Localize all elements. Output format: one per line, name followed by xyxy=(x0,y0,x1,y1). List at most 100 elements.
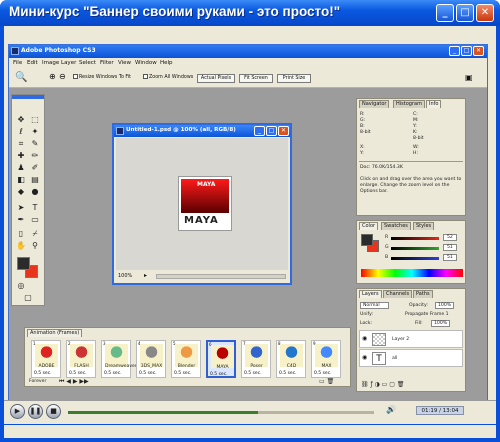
resize-windows-checkbox[interactable]: Resize Windows To Fit xyxy=(73,74,131,80)
minimize-button[interactable]: _ xyxy=(436,4,454,22)
zoom-out-icon[interactable]: ⊖ xyxy=(59,72,66,81)
move-tool-icon[interactable]: ✥ xyxy=(16,115,26,125)
screen-mode-icon[interactable]: ▢ xyxy=(23,293,33,303)
dodge-tool-icon[interactable]: ● xyxy=(30,187,40,197)
menu-select[interactable]: Select xyxy=(79,60,96,66)
layer-row[interactable]: ◉ Layer 2 xyxy=(359,330,463,348)
document-canvas[interactable]: MAYA MAYA xyxy=(116,138,288,270)
history-brush-icon[interactable]: ✐ xyxy=(30,163,40,173)
blur-tool-icon[interactable]: ◆ xyxy=(16,187,26,197)
tab-swatches[interactable]: Swatches xyxy=(381,222,411,230)
zoom-all-checkbox[interactable]: Zoom All Windows xyxy=(143,74,193,80)
play-icon[interactable]: ▶ xyxy=(10,404,25,419)
eye-icon[interactable]: ◉ xyxy=(362,335,367,342)
tab-navigator[interactable]: Navigator xyxy=(359,100,390,108)
frame-delay[interactable]: 0.5 sec. xyxy=(104,371,122,376)
ps-maximize-button[interactable]: □ xyxy=(461,46,472,56)
zoom-in-icon[interactable]: ⊕ xyxy=(49,72,56,81)
brush-tool-icon[interactable]: ✏ xyxy=(30,151,40,161)
menu-view[interactable]: View xyxy=(118,60,131,66)
channel-r-slider[interactable] xyxy=(391,237,439,240)
menu-file[interactable]: File xyxy=(13,60,22,66)
animation-frame[interactable]: 6MAYA0.5 sec. xyxy=(206,340,236,378)
healing-brush-icon[interactable]: ✚ xyxy=(16,151,26,161)
pen-tool-icon[interactable]: ✒ xyxy=(16,215,26,225)
doc-maximize-button[interactable]: □ xyxy=(266,126,277,136)
frame-delay[interactable]: 0.5 sec. xyxy=(210,372,228,377)
channel-b-slider[interactable] xyxy=(391,257,439,260)
tab-color[interactable]: Color xyxy=(359,222,379,230)
actual-pixels-button[interactable]: Actual Pixels xyxy=(197,74,235,83)
frame-delay[interactable]: 0.5 sec. xyxy=(139,371,157,376)
zoom-tool-box-icon[interactable]: ⚲ xyxy=(30,241,40,251)
channel-b-value[interactable]: 51 xyxy=(443,254,457,261)
color-ramp[interactable] xyxy=(361,269,463,277)
tab-paths[interactable]: Paths xyxy=(413,290,433,298)
layer-row[interactable]: ◉ T all xyxy=(359,349,463,367)
frame-delay[interactable]: 0.5 sec. xyxy=(69,371,87,376)
horizontal-scrollbar[interactable] xyxy=(156,274,286,279)
playback-controls-icons[interactable]: ⏮ ◀ ▶ ▶▶ xyxy=(59,378,89,386)
fill-value[interactable]: 100% xyxy=(431,320,451,327)
close-button[interactable]: ✕ xyxy=(476,4,494,22)
zoom-tool-icon[interactable]: 🔍 xyxy=(15,72,27,83)
volume-icon[interactable]: 🔊 xyxy=(386,405,396,414)
channel-g-slider[interactable] xyxy=(391,247,439,250)
menu-window[interactable]: Window xyxy=(135,60,157,66)
quick-mask-icon[interactable]: ◎ xyxy=(16,281,26,291)
eye-icon[interactable]: ◉ xyxy=(362,354,367,361)
notes-tool-icon[interactable]: ▯ xyxy=(16,229,26,239)
slice-tool-icon[interactable]: ✎ xyxy=(30,139,40,149)
status-arrow-icon[interactable]: ▸ xyxy=(144,272,147,279)
animation-frame[interactable]: 7Poser0.5 sec. xyxy=(241,340,271,378)
pause-icon[interactable]: ❚❚ xyxy=(28,404,43,419)
menu-filter[interactable]: Filter xyxy=(100,60,114,66)
type-tool-icon[interactable]: T xyxy=(30,203,40,213)
channel-r-value[interactable]: 52 xyxy=(443,234,457,241)
eraser-tool-icon[interactable]: ◧ xyxy=(16,175,26,185)
palette-well-icon[interactable]: ▣ xyxy=(465,73,473,82)
ps-close-button[interactable]: ✕ xyxy=(473,46,484,56)
stamp-tool-icon[interactable]: ♟ xyxy=(16,163,26,173)
animation-frame[interactable]: 3Dreamweaver0.5 sec. xyxy=(101,340,137,378)
tab-styles[interactable]: Styles xyxy=(413,222,435,230)
frame-delay[interactable]: 0.5 sec. xyxy=(244,371,262,376)
loop-select[interactable]: Forever xyxy=(29,379,46,384)
frame-delay[interactable]: 0.5 sec. xyxy=(314,371,332,376)
ps-minimize-button[interactable]: _ xyxy=(449,46,460,56)
eyedropper-icon[interactable]: ⌿ xyxy=(30,229,40,239)
animation-frame[interactable]: 5Blender0.5 sec. xyxy=(171,340,201,378)
tab-layers[interactable]: Layers xyxy=(359,290,382,298)
scroll-strip[interactable] xyxy=(4,425,496,438)
frame-actions-icons[interactable]: ▭ 🗑 xyxy=(319,378,334,385)
propagate-frame-checkbox[interactable]: Propagate Frame 1 xyxy=(405,312,449,317)
fit-screen-button[interactable]: Fit Screen xyxy=(239,74,273,83)
blend-mode-select[interactable]: Normal xyxy=(360,302,389,309)
print-size-button[interactable]: Print Size xyxy=(277,74,311,83)
crop-tool-icon[interactable]: ⌗ xyxy=(16,139,26,149)
animation-frame[interactable]: 43DS_MAX0.5 sec. xyxy=(136,340,166,378)
layer-actions-icons[interactable]: ⛓ ƒ ◑ ▭ ▢ 🗑 xyxy=(361,381,404,388)
hand-tool-icon[interactable]: ✋ xyxy=(16,241,26,251)
doc-close-button[interactable]: ✕ xyxy=(278,126,289,136)
tab-histogram[interactable]: Histogram xyxy=(393,100,425,108)
menu-help[interactable]: Help xyxy=(160,60,173,66)
animation-frame[interactable]: 1ADOBE0.5 sec. xyxy=(31,340,61,378)
tab-info[interactable]: Info xyxy=(426,100,442,108)
menu-layer[interactable]: Layer xyxy=(61,60,76,66)
channel-g-value[interactable]: 51 xyxy=(443,244,457,251)
lasso-tool-icon[interactable]: ℓ xyxy=(16,127,26,137)
animation-frame[interactable]: 8C4D0.5 sec. xyxy=(276,340,306,378)
tab-animation[interactable]: Animation (Frames) xyxy=(27,329,83,337)
gradient-tool-icon[interactable]: ▤ xyxy=(30,175,40,185)
menu-edit[interactable]: Edit xyxy=(27,60,38,66)
path-select-icon[interactable]: ➤ xyxy=(16,203,26,213)
shape-tool-icon[interactable]: ▭ xyxy=(30,215,40,225)
zoom-level[interactable]: 100% xyxy=(118,273,132,279)
maximize-button[interactable]: □ xyxy=(456,4,474,22)
frame-delay[interactable]: 0.5 sec. xyxy=(279,371,297,376)
opacity-value[interactable]: 100% xyxy=(435,302,455,309)
animation-frame[interactable]: 9MAX0.5 sec. xyxy=(311,340,341,378)
magic-wand-icon[interactable]: ✦ xyxy=(30,127,40,137)
color-fg-swatch[interactable] xyxy=(361,234,373,246)
